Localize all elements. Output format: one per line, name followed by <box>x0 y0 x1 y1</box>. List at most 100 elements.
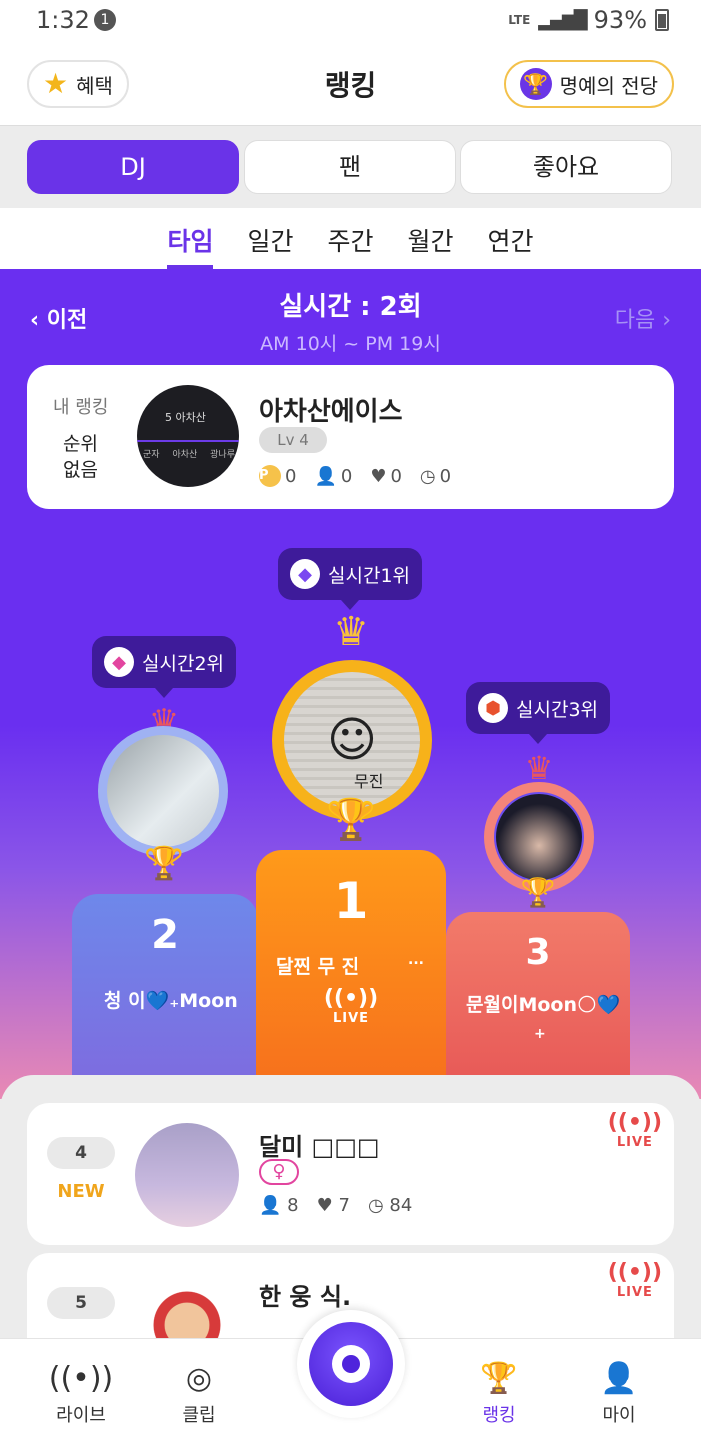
avatar-station-right: 광나루 <box>210 450 235 460</box>
points-stat: P0 <box>259 465 296 487</box>
third-badge-label: 실시간3위 <box>516 698 599 721</box>
second-place-badge: ◆ 실시간2위 <box>92 636 237 698</box>
second-place-name: 청 이💙₊Moon <box>104 990 238 1012</box>
next-label: 다음 <box>614 308 656 333</box>
rank-badge: 5 <box>47 1287 115 1319</box>
row-name: 한 웅 식. <box>259 1283 352 1311</box>
period-navigator: ‹ 이전 실시간 : 2회 AM 10시 ~ PM 19시 다음 › <box>0 286 701 356</box>
tab-monthly[interactable]: 월간 <box>408 208 454 269</box>
tab-dj[interactable]: DJ <box>27 140 239 194</box>
broadcast-icon: ((•)) <box>48 1361 114 1396</box>
first-badge-label: 실시간1위 <box>328 564 411 587</box>
top-header: ★ 혜택 랭킹 🏆 명예의 전당 <box>0 44 701 126</box>
time-stat: ◷ 84 <box>368 1195 412 1216</box>
battery-icon <box>655 9 669 31</box>
tab-fan[interactable]: 팬 <box>244 140 456 194</box>
hall-of-fame-button[interactable]: 🏆 명예의 전당 <box>503 60 674 108</box>
disc-icon: ◎ <box>185 1361 213 1396</box>
tab-live-label: 라이브 <box>56 1405 106 1426</box>
clock-icon: ◷ <box>367 1195 384 1216</box>
avatar-caption: 무진 <box>354 772 384 791</box>
avatar[interactable] <box>135 1123 239 1227</box>
tab-ranking[interactable]: 🏆 랭킹 <box>444 1361 554 1427</box>
battery-level: 93% <box>593 6 647 34</box>
female-gender-icon: ♀ <box>259 1159 299 1185</box>
period-range: AM 10시 ~ PM 19시 <box>260 333 441 355</box>
my-rank-line1: 순위 <box>63 433 98 455</box>
my-ranking-card[interactable]: 내 랭킹 순위 없음 5 아차산 군자 아차산 광나루 아차산에이스 Lv 4 … <box>27 365 674 509</box>
period-tabs: 타임 일간 주간 월간 연간 <box>0 208 701 269</box>
broadcast-start-button[interactable] <box>297 1310 405 1418</box>
first-rank-number: 1 <box>333 872 369 930</box>
tab-daily[interactable]: 일간 <box>247 208 293 269</box>
rank-badge: 4 <box>47 1137 115 1169</box>
tab-like[interactable]: 좋아요 <box>460 140 672 194</box>
point-icon: P <box>259 465 281 487</box>
signal-icon: ▂▄▆█ <box>538 9 587 31</box>
second-rank-number: 2 <box>151 912 179 958</box>
chevron-right-icon: › <box>662 308 671 333</box>
record-icon <box>309 1322 393 1406</box>
time-stat: ◷ 0 <box>420 466 451 487</box>
avatar-line <box>137 440 239 442</box>
fans-stat: 👤 0 <box>314 466 352 487</box>
tab-my-label: 마이 <box>602 1405 636 1426</box>
live-indicator[interactable]: ((•)) LIVE <box>608 1261 662 1301</box>
third-place-podium[interactable]: 3 문월이Moon🌕💙 + <box>446 912 630 1075</box>
ranking-type-tabs: DJ 팬 좋아요 <box>0 126 701 208</box>
person-icon: 👤 <box>259 1195 282 1216</box>
first-place-name-extra: ... <box>408 952 424 968</box>
likes-stat: ♥ 0 <box>370 466 402 487</box>
hexagon-gem-icon: ⬢ <box>478 693 508 723</box>
rank-change: NEW <box>57 1181 105 1202</box>
list-item[interactable]: 4 NEW 달미 □□□ ♀ 👤 8 ♥ 7 ◷ 84 ((•)) LIVE <box>27 1103 674 1245</box>
notification-count-badge: 1 <box>94 9 116 31</box>
tab-clip[interactable]: ◎ 클립 <box>144 1361 254 1427</box>
avatar <box>107 735 219 847</box>
heart-icon: ♥ <box>316 1195 333 1216</box>
first-place-name: 달찐 무 진 <box>276 956 360 978</box>
fans-stat: 👤 8 <box>259 1195 299 1216</box>
tab-time[interactable]: 타임 <box>167 208 214 269</box>
tab-weekly[interactable]: 주간 <box>327 208 373 269</box>
live-indicator[interactable]: ((•)) LIVE <box>607 1110 662 1151</box>
avatar: ☺ 무진 <box>284 672 420 808</box>
tab-live[interactable]: ((•)) 라이브 <box>26 1361 136 1427</box>
avatar-station-left: 군자 <box>143 450 160 460</box>
row-name: 달미 □□□ <box>259 1133 380 1161</box>
status-bar: 1:32 1 LTE ▂▄▆█ 93% <box>0 0 701 44</box>
time-value: 84 <box>389 1195 413 1216</box>
avatar[interactable]: 5 아차산 군자 아차산 광나루 <box>137 385 239 487</box>
first-place-badge: ◆ 실시간1위 <box>278 548 423 610</box>
clock-icon: ◷ <box>419 465 436 487</box>
network-type: LTE <box>508 12 531 27</box>
period-title: 실시간 : 2회 <box>279 292 422 322</box>
time-value: 0 <box>439 465 452 487</box>
fans-value: 0 <box>340 465 353 487</box>
third-place-badge: ⬢ 실시간3위 <box>466 682 611 744</box>
live-label: LIVE <box>616 1285 653 1300</box>
tab-my[interactable]: 👤 마이 <box>564 1361 674 1427</box>
trophy-icon: 🏆 <box>520 876 556 909</box>
likes-value: 7 <box>338 1195 350 1216</box>
second-avatar-frame[interactable] <box>98 726 228 856</box>
tab-clip-label: 클립 <box>182 1405 216 1426</box>
laurel-icon: 2 <box>151 912 179 958</box>
hall-of-fame-label: 명예의 전당 <box>559 73 658 98</box>
third-place-name: 문월이Moon🌕💙 <box>466 994 621 1016</box>
tab-yearly[interactable]: 연간 <box>488 208 534 269</box>
first-place-podium[interactable]: 1 달찐 무 진 ... ((•)) LIVE <box>256 850 446 1075</box>
next-period-button[interactable]: 다음 › <box>615 302 671 334</box>
my-name: 아차산에이스 <box>259 397 403 427</box>
first-crown-icon: ♛ <box>333 609 369 655</box>
broadcast-icon: ((•)) <box>607 1110 662 1135</box>
likes-stat: ♥ 7 <box>317 1195 350 1216</box>
doodle-face-icon: ☺ <box>326 712 378 768</box>
my-rank-line2: 없음 <box>63 459 98 481</box>
avatar-station-label: 5 아차산 <box>165 411 206 424</box>
fans-value: 8 <box>287 1195 299 1216</box>
trophy-icon: 🏆 <box>480 1361 518 1396</box>
first-live-indicator[interactable]: ((•)) LIVE <box>256 986 446 1026</box>
second-badge-label: 실시간2위 <box>142 652 225 675</box>
second-place-podium[interactable]: 2 청 이💙₊Moon <box>72 894 258 1075</box>
